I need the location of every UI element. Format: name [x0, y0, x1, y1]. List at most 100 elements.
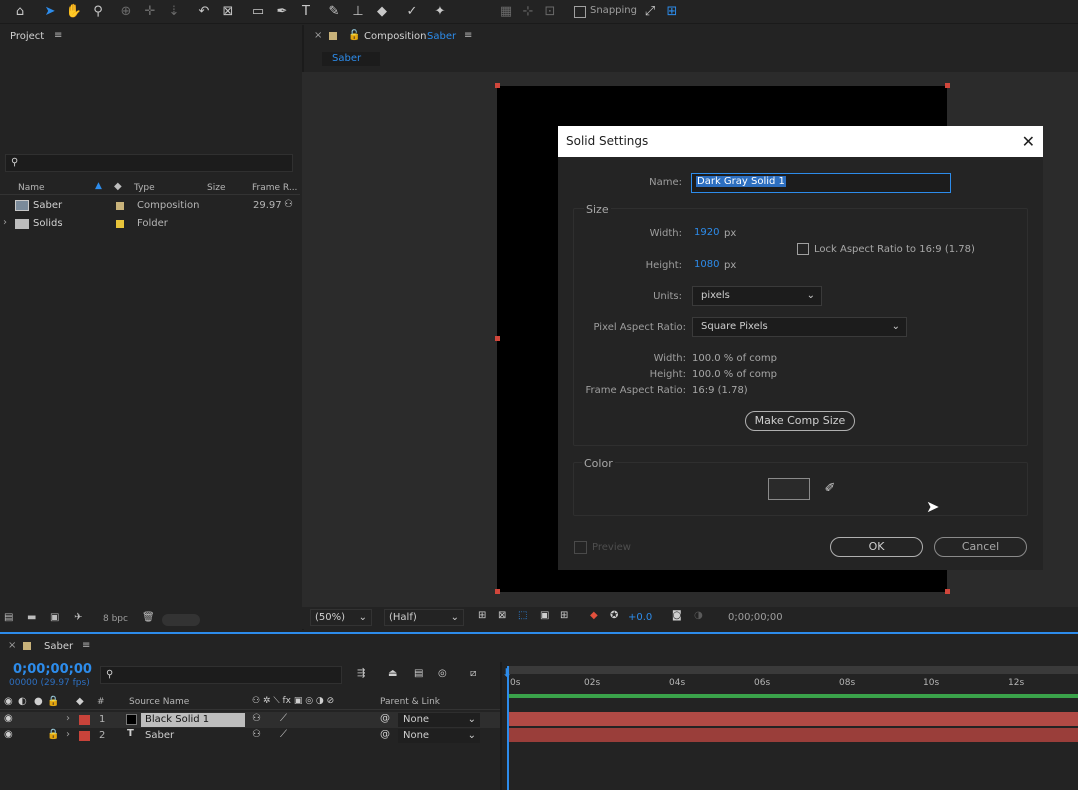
- label-color-swatch[interactable]: [79, 731, 90, 741]
- pen-icon[interactable]: ✒: [272, 2, 292, 22]
- column-frame-rate[interactable]: Frame R...: [252, 183, 297, 193]
- bpc-button[interactable]: 8 bpc: [103, 614, 128, 624]
- solo-icon[interactable]: ●: [34, 696, 43, 707]
- comp-tab[interactable]: Saber: [322, 52, 380, 66]
- snapping-checkbox[interactable]: [574, 6, 586, 18]
- snap-grid-icon[interactable]: ⊞: [662, 2, 682, 22]
- align-icon[interactable]: ⊹: [518, 2, 538, 22]
- sort-up-icon[interactable]: ▲: [95, 181, 102, 191]
- playhead[interactable]: [507, 666, 509, 790]
- ok-button[interactable]: OK: [830, 537, 923, 557]
- project-item[interactable]: › Solids Folder: [0, 216, 300, 233]
- interpret-footage-icon[interactable]: ▤: [4, 612, 13, 623]
- render-icon[interactable]: ✈: [74, 612, 82, 623]
- pickwhip-icon[interactable]: @: [380, 713, 390, 724]
- layer-name[interactable]: Black Solid 1: [141, 713, 245, 727]
- transform-handle[interactable]: [495, 336, 500, 341]
- project-item[interactable]: Saber Composition 29.97 ⚇: [0, 198, 300, 215]
- puppet-pin-icon[interactable]: ✦: [430, 2, 450, 22]
- zoom-icon[interactable]: ⚲: [88, 2, 108, 22]
- quality-icon[interactable]: ⟋: [280, 713, 287, 724]
- transform-handle[interactable]: [945, 83, 950, 88]
- units-dropdown[interactable]: pixels ⌄: [692, 286, 822, 306]
- make-comp-size-button[interactable]: Make Comp Size: [745, 411, 855, 431]
- clone-stamp-icon[interactable]: ⊥: [348, 2, 368, 22]
- snapshot-icon[interactable]: ◙: [672, 610, 682, 621]
- pan-icon[interactable]: ✛: [140, 2, 160, 22]
- thumbnail-slider[interactable]: [162, 614, 200, 626]
- column-source-name[interactable]: Source Name: [129, 697, 189, 707]
- label-color-swatch[interactable]: [79, 715, 90, 725]
- comp-mini-flowchart-icon[interactable]: ⇶: [357, 668, 365, 679]
- layer-row[interactable]: ◉ › 1 Black Solid 1 ⚇ ⟋ @ None ⌄: [0, 712, 500, 728]
- parent-dropdown[interactable]: None ⌄: [398, 729, 480, 743]
- selection-arrow-icon[interactable]: ➤: [40, 2, 60, 22]
- layer-row[interactable]: ◉ 🔒 › 2 T Saber ⚇ ⟋ @ None ⌄: [0, 728, 500, 744]
- home-icon[interactable]: ⌂: [10, 2, 30, 22]
- panel-menu-icon[interactable]: ≡: [82, 640, 90, 651]
- close-tab-icon[interactable]: ×: [8, 640, 16, 651]
- column-size[interactable]: Size: [207, 183, 225, 193]
- preview-label[interactable]: Preview: [592, 542, 631, 553]
- parent-dropdown[interactable]: None ⌄: [398, 713, 480, 727]
- color-management-icon[interactable]: ✪: [610, 610, 618, 621]
- dolly-icon[interactable]: ⇣: [164, 2, 184, 22]
- mask-visibility-icon[interactable]: ⬚: [518, 610, 527, 621]
- camera-track-icon[interactable]: ⊠: [218, 2, 238, 22]
- transform-handle[interactable]: [495, 83, 500, 88]
- shy-icon[interactable]: ⚇: [252, 729, 261, 740]
- layer-name[interactable]: Saber: [145, 730, 174, 741]
- snap-icon[interactable]: ⤢: [640, 2, 660, 22]
- timeline-tab-label[interactable]: Saber: [44, 641, 73, 652]
- orbit-icon[interactable]: ⊕: [116, 2, 136, 22]
- brush-icon[interactable]: ✎: [324, 2, 344, 22]
- region-of-interest-icon[interactable]: ▣: [540, 610, 549, 621]
- color-swatch[interactable]: [768, 478, 810, 500]
- eye-icon[interactable]: ◉: [4, 713, 13, 724]
- frame-blending-icon[interactable]: ▤: [414, 668, 423, 679]
- panel-menu-icon[interactable]: ≡: [464, 30, 472, 41]
- flowchart-icon[interactable]: ⚇: [284, 199, 293, 210]
- height-value[interactable]: 1080: [694, 259, 719, 270]
- new-composition-icon[interactable]: ▣: [50, 612, 59, 623]
- chevron-right-icon[interactable]: ›: [66, 729, 70, 740]
- audio-icon[interactable]: ◐: [18, 696, 27, 707]
- zoom-dropdown[interactable]: (50%) ⌄: [310, 609, 372, 626]
- timeline-search-input[interactable]: ⚲: [100, 666, 342, 684]
- eye-icon[interactable]: ◉: [4, 729, 13, 740]
- lock-icon[interactable]: 🔒: [47, 729, 59, 740]
- new-folder-icon[interactable]: ▬: [27, 612, 36, 623]
- align-icon[interactable]: ▦: [496, 2, 516, 22]
- lock-icon[interactable]: 🔓: [348, 30, 360, 41]
- name-input[interactable]: Dark Gray Solid 1: [691, 173, 951, 193]
- quality-icon[interactable]: ⟋: [280, 729, 287, 740]
- column-name[interactable]: Name: [18, 183, 45, 193]
- hand-icon[interactable]: ✋: [64, 2, 84, 22]
- label-color-swatch[interactable]: [116, 220, 124, 228]
- color-channels-icon[interactable]: ◆: [590, 610, 598, 621]
- project-search-input[interactable]: ⚲: [5, 154, 293, 172]
- timeline-graph-area[interactable]: 0s 02s 04s 06s 08s 10s 12s ⬇: [500, 662, 1078, 790]
- eyedropper-icon[interactable]: ✐: [820, 478, 840, 500]
- lock-icon[interactable]: 🔒: [47, 696, 59, 707]
- close-icon[interactable]: ✕: [1022, 126, 1035, 157]
- label-color-swatch[interactable]: [116, 202, 124, 210]
- layer-duration-bar[interactable]: [508, 712, 1078, 726]
- close-tab-icon[interactable]: ×: [314, 30, 322, 41]
- label-tag-icon[interactable]: ◆: [76, 696, 84, 707]
- guides-icon[interactable]: ⊞: [560, 610, 568, 621]
- timeline-timecode[interactable]: 0;00;00;00: [13, 662, 92, 677]
- rotate-icon[interactable]: ↶: [194, 2, 214, 22]
- label-tag-icon[interactable]: ◆: [114, 181, 122, 192]
- shy-icon[interactable]: ⚇: [252, 713, 261, 724]
- transform-handle[interactable]: [495, 589, 500, 594]
- layer-duration-bar[interactable]: [508, 728, 1078, 742]
- playhead-handle-icon[interactable]: ⬇: [502, 666, 512, 680]
- pixel-aspect-ratio-dropdown[interactable]: Square Pixels ⌄: [692, 317, 907, 337]
- cancel-button[interactable]: Cancel: [934, 537, 1027, 557]
- width-value[interactable]: 1920: [694, 227, 719, 238]
- show-snapshot-icon[interactable]: ◑: [694, 610, 703, 621]
- transparency-grid-icon[interactable]: ⊠: [498, 610, 506, 621]
- draft-3d-icon[interactable]: ⏏: [388, 668, 397, 679]
- chevron-right-icon[interactable]: ›: [66, 713, 70, 724]
